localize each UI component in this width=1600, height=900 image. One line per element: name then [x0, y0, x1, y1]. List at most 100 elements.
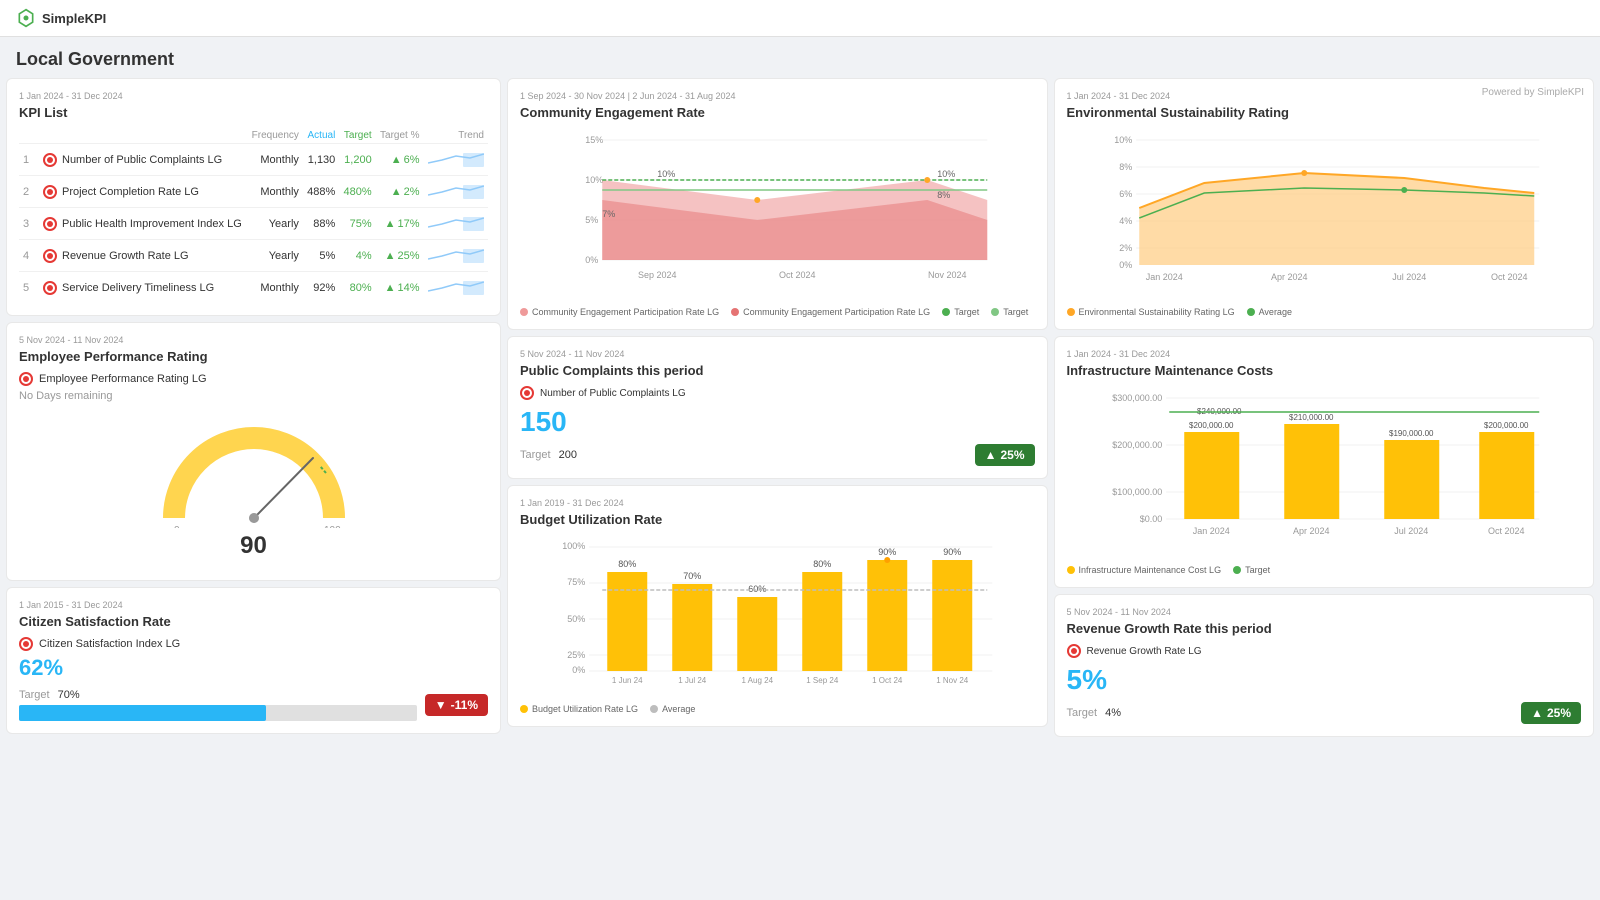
svg-text:0: 0: [174, 525, 180, 528]
revenue-title: Revenue Growth Rate this period: [1067, 621, 1582, 636]
complaints-dot: [520, 386, 534, 400]
row-actual: 488%: [303, 176, 339, 208]
community-engagement-card: 1 Sep 2024 - 30 Nov 2024 | 2 Jun 2024 - …: [507, 78, 1048, 330]
complaints-value: 150: [520, 406, 1035, 438]
svg-text:10%: 10%: [657, 169, 675, 179]
row-name: Service Delivery Timeliness LG: [39, 272, 247, 304]
budget-legend-1: Budget Utilization Rate LG: [520, 704, 638, 714]
svg-text:1 Jun 24: 1 Jun 24: [612, 676, 643, 685]
revenue-subtitle: Revenue Growth Rate LG: [1067, 644, 1582, 658]
row-target: 4%: [339, 240, 375, 272]
row-target-pct: ▲ 25%: [376, 240, 424, 272]
env-legend-2: Average: [1247, 307, 1292, 317]
row-num: 5: [19, 272, 39, 304]
row-trend: [424, 144, 489, 176]
svg-text:$200,000.00: $200,000.00: [1484, 421, 1529, 430]
infrastructure-card: 1 Jan 2024 - 31 Dec 2024 Infrastructure …: [1054, 336, 1595, 588]
row-name: Public Health Improvement Index LG: [39, 208, 247, 240]
revenue-target-row: Target 4% ▲ 25%: [1067, 702, 1582, 724]
infra-chart: $300,000.00 $200,000.00 $100,000.00 $0.0…: [1067, 386, 1582, 556]
logo: SimpleKPI: [16, 8, 106, 28]
bar-4: [802, 572, 842, 671]
budget-legend: Budget Utilization Rate LG Average: [520, 704, 1035, 714]
col-freq: Frequency: [247, 128, 303, 144]
legend-item-3: Target: [942, 307, 979, 317]
env-title: Environmental Sustainability Rating: [1067, 105, 1582, 120]
citizen-bar-outer: [19, 705, 417, 721]
svg-text:6%: 6%: [1119, 189, 1132, 199]
row-freq: Monthly: [247, 144, 303, 176]
svg-text:25%: 25%: [567, 650, 585, 660]
gauge-value: 90: [240, 532, 267, 560]
revenue-dot: [1067, 644, 1081, 658]
revenue-target-area: Target 4%: [1067, 707, 1522, 719]
infra-bar-1: [1184, 432, 1239, 519]
row-actual: 5%: [303, 240, 339, 272]
svg-text:1 Oct 24: 1 Oct 24: [872, 676, 903, 685]
svg-text:Apr 2024: Apr 2024: [1292, 526, 1329, 536]
infra-legend: Infrastructure Maintenance Cost LG Targe…: [1067, 565, 1582, 575]
row-dot: [43, 185, 57, 199]
complaints-subtitle: Number of Public Complaints LG: [520, 386, 1035, 400]
row-target: 75%: [339, 208, 375, 240]
middle-column: 1 Sep 2024 - 30 Nov 2024 | 2 Jun 2024 - …: [507, 78, 1048, 737]
legend-dot-3: [942, 308, 950, 316]
row-target-pct: ▲ 17%: [376, 208, 424, 240]
legend-dot-2: [731, 308, 739, 316]
citizen-progress-area: Target 70%: [19, 689, 417, 721]
svg-text:100%: 100%: [562, 541, 585, 551]
revenue-date: 5 Nov 2024 - 11 Nov 2024: [1067, 607, 1582, 617]
svg-text:1 Nov 24: 1 Nov 24: [936, 676, 969, 685]
svg-text:$100,000.00: $100,000.00: [1112, 487, 1162, 497]
col-actual: Actual: [303, 128, 339, 144]
svg-text:Oct 2024: Oct 2024: [779, 270, 816, 280]
svg-text:70%: 70%: [683, 571, 701, 581]
emp-dot: [19, 372, 33, 386]
emp-no-days: No Days remaining: [19, 390, 488, 402]
infra-bar-2: [1284, 424, 1339, 519]
svg-text:8%: 8%: [937, 190, 950, 200]
svg-text:0%: 0%: [572, 665, 585, 675]
legend-item-1: Community Engagement Participation Rate …: [520, 307, 719, 317]
svg-text:1 Jul 24: 1 Jul 24: [678, 676, 707, 685]
svg-text:$200,000.00: $200,000.00: [1189, 421, 1234, 430]
budget-date: 1 Jan 2019 - 31 Dec 2024: [520, 498, 1035, 508]
col-num: [19, 128, 39, 144]
emp-kpi-label: Employee Performance Rating LG: [19, 372, 488, 386]
kpi-row-1: 1 Number of Public Complaints LG Monthly…: [19, 144, 488, 176]
complaints-target-area: Target 200: [520, 449, 975, 461]
logo-icon: [16, 8, 36, 28]
svg-text:5%: 5%: [585, 215, 598, 225]
row-trend: [424, 272, 489, 304]
svg-text:Jan 2024: Jan 2024: [1192, 526, 1229, 536]
svg-text:1 Sep 24: 1 Sep 24: [806, 676, 839, 685]
svg-text:0%: 0%: [1119, 260, 1132, 270]
citizen-value: 62%: [19, 655, 488, 681]
row-trend: [424, 176, 489, 208]
svg-text:50%: 50%: [567, 614, 585, 624]
row-actual: 92%: [303, 272, 339, 304]
row-name: Number of Public Complaints LG: [39, 144, 247, 176]
kpi-row-4: 4 Revenue Growth Rate LG Yearly 5% 4% ▲ …: [19, 240, 488, 272]
svg-text:100: 100: [324, 525, 341, 528]
citizen-dot: [19, 637, 33, 651]
citizen-bar-row: [19, 705, 417, 721]
env-dot-2: [1247, 308, 1255, 316]
community-title: Community Engagement Rate: [520, 105, 1035, 120]
svg-text:$210,000.00: $210,000.00: [1289, 413, 1334, 422]
col-target-pct: Target %: [376, 128, 424, 144]
citizen-badge-container: ▼ -11%: [425, 694, 488, 716]
svg-text:$190,000.00: $190,000.00: [1389, 429, 1434, 438]
row-name: Project Completion Rate LG: [39, 176, 247, 208]
complaints-title: Public Complaints this period: [520, 363, 1035, 378]
svg-text:2%: 2%: [1119, 243, 1132, 253]
svg-text:90%: 90%: [943, 547, 961, 557]
legend-item-2: Community Engagement Participation Rate …: [731, 307, 930, 317]
kpi-row-2: 2 Project Completion Rate LG Monthly 488…: [19, 176, 488, 208]
row-target: 80%: [339, 272, 375, 304]
svg-text:1 Aug 24: 1 Aug 24: [741, 676, 773, 685]
kpi-row-5: 5 Service Delivery Timeliness LG Monthly…: [19, 272, 488, 304]
col-target: Target: [339, 128, 375, 144]
col-name: [39, 128, 247, 144]
environmental-card: 1 Jan 2024 - 31 Dec 2024 Environmental S…: [1054, 78, 1595, 330]
